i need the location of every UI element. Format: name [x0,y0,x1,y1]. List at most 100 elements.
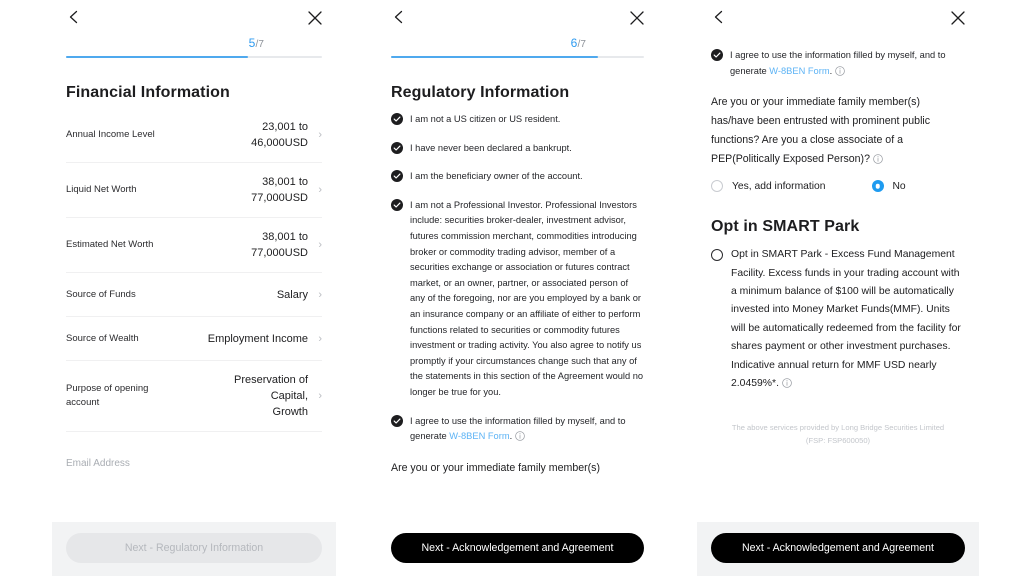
checkmark-icon[interactable] [391,113,403,125]
panel1-topbar [52,0,336,38]
financial-info-row-value: 38,001 to 77,000USD [179,174,312,206]
regulatory-check-text: I have never been declared a bankrupt. [410,142,572,153]
financial-info-row-value: 38,001 to 77,000USD [179,229,312,261]
panel3-topbar [697,0,979,38]
checkmark-icon[interactable] [391,414,403,427]
info-circle-icon[interactable] [835,65,845,76]
financial-info-value-line: 38,001 to [262,231,308,243]
close-icon[interactable] [628,9,646,27]
financial-info-row[interactable]: Estimated Net Worth 38,001 to 77,000USD › [66,218,322,273]
financial-info-value-line: Salary [276,288,308,301]
w8ben-consent-row[interactable]: I agree to use the information filled by… [391,414,644,445]
financial-info-row-label: Annual Income Level [66,129,155,140]
disclaimer-line-1: The above services provided by Long Brid… [731,423,945,433]
financial-info-row-label: Estimated Net Worth [66,239,154,250]
info-circle-icon[interactable] [782,378,792,388]
chevron-right-icon[interactable]: › [312,289,322,301]
financial-info-value-line: 23,001 to [262,121,308,133]
panel1-progress-track [66,56,322,58]
back-icon[interactable] [391,9,407,25]
regulatory-check-text: I am not a Professional Investor. Profes… [410,199,644,397]
radio-option-no[interactable]: No [871,180,906,193]
back-icon[interactable] [711,9,727,25]
chevron-right-icon[interactable]: › [312,129,322,141]
financial-info-row-value: 23,001 to 46,000USD [179,119,312,151]
panel2-content: Regulatory Information I am not a US cit… [377,84,658,478]
panel2-progress-denominator: /7 [577,39,586,50]
panel-opt-in-smart-park: I agree to use the information filled by… [697,0,979,576]
radio-label-yes: Yes, add information [732,180,826,192]
regulatory-check-text: I am the beneficiary owner of the accoun… [410,171,583,182]
panel2-topbar [377,0,658,38]
financial-info-row-label: Source of Wealth [66,332,139,344]
financial-info-row-label: Source of Funds [66,288,136,300]
financial-info-value-line: Capital, [270,390,308,402]
financial-info-row[interactable]: Purpose of opening account Preservation o… [66,361,322,432]
chevron-right-icon[interactable]: › [312,390,322,402]
financial-info-row[interactable]: Source of Funds Salary › [66,273,322,317]
panel2-progress-label: 6/7 [571,36,586,52]
pep-question-text: Are you or your immediate family member(… [711,96,931,166]
page-title: Regulatory Information [391,84,570,101]
close-icon[interactable] [306,9,324,27]
financial-info-row-label: Liquid Net Worth [66,184,137,195]
checkmark-icon[interactable] [711,49,723,61]
panel2-progress-track [391,56,644,58]
panel-regulatory-information: 6/7 Regulatory Information I am not a US… [377,0,658,576]
financial-info-row[interactable]: Source of Wealth Employment Income › [66,317,322,361]
next-acknowledgement-agreement-button[interactable]: Next - Acknowledgement and Agreement [711,533,965,563]
panel1-footer: Next - Regulatory Information [52,522,336,576]
financial-info-value-line: 77,000USD [251,247,308,259]
back-icon[interactable] [66,9,82,25]
regulatory-check-row[interactable]: I am not a Professional Investor. Profes… [391,198,644,401]
chevron-right-icon[interactable]: › [312,184,322,196]
financial-info-row-value: Employment Income [179,331,312,347]
panel1-progress-fill [66,56,248,58]
pep-question: Are you or your immediate family member(… [711,93,965,169]
financial-info-list: Annual Income Level 23,001 to 46,000USD › Li… [66,108,322,432]
financial-info-value-line: 38,001 to [262,176,308,188]
chevron-right-icon[interactable]: › [312,239,322,251]
next-acknowledgement-agreement-button[interactable]: Next - Acknowledgement and Agreement [391,533,644,563]
info-circle-icon[interactable] [873,154,883,164]
opt-in-smart-park-title: Opt in SMART Park [711,218,860,236]
radio-mark-yes[interactable] [711,180,723,193]
checkmark-icon[interactable] [391,170,403,183]
regulatory-checklist: I am not a US citizen or US resident. I h… [391,112,644,401]
w8ben-consent-row[interactable]: I agree to use the information filled by… [711,48,965,79]
panel1-progress: 5/7 [66,36,322,60]
w8ben-form-link[interactable]: W-8BEN Form [449,431,509,441]
w8ben-form-link[interactable]: W-8BEN Form [769,66,829,76]
financial-info-row-value: Preservation of Capital, Growth [179,372,312,420]
financial-info-row-label: Purpose of opening account [66,383,149,408]
w8ben-suffix: . [509,431,513,442]
panel2-footer: Next - Acknowledgement and Agreement [377,522,658,576]
regulatory-check-row[interactable]: I am the beneficiary owner of the accoun… [391,169,644,185]
regulatory-check-row[interactable]: I am not a US citizen or US resident. [391,112,644,128]
pep-radio-group: Yes, add information No [711,180,965,193]
close-icon[interactable] [949,9,967,27]
opt-in-smart-park-text: Opt in SMART Park - Excess Fund Manageme… [731,246,965,393]
chevron-right-icon[interactable]: › [312,333,322,345]
opt-in-description: Opt in SMART Park - Excess Fund Manageme… [731,249,961,390]
radio-option-yes[interactable]: Yes, add information [711,180,826,193]
info-circle-icon[interactable] [515,431,525,441]
opt-in-smart-park-row[interactable]: Opt in SMART Park - Excess Fund Manageme… [711,246,965,393]
panel2-progress-fill [391,56,599,58]
checkmark-icon[interactable] [391,198,403,211]
checkmark-icon[interactable] [391,141,403,154]
opt-in-radio[interactable] [711,249,723,262]
financial-info-value-line: 77,000USD [251,192,308,204]
panel-financial-information: 5/7 Financial Information Annual Income … [52,0,336,576]
radio-mark-no[interactable] [871,180,884,193]
email-address-label: Email Address [66,458,130,469]
financial-info-value-line: Growth [272,406,308,418]
regulatory-check-text: I am not a US citizen or US resident. [410,114,561,124]
panel1-content: Financial Information Annual Income Leve… [52,84,336,469]
regulatory-check-row[interactable]: I have never been declared a bankrupt. [391,141,644,157]
financial-info-row[interactable]: Annual Income Level 23,001 to 46,000USD › [66,108,322,163]
next-regulatory-information-button[interactable]: Next - Regulatory Information [66,533,322,563]
panel1-progress-denominator: /7 [255,39,264,50]
panel3-content: I agree to use the information filled by… [697,38,979,447]
financial-info-row[interactable]: Liquid Net Worth 38,001 to 77,000USD › [66,163,322,218]
